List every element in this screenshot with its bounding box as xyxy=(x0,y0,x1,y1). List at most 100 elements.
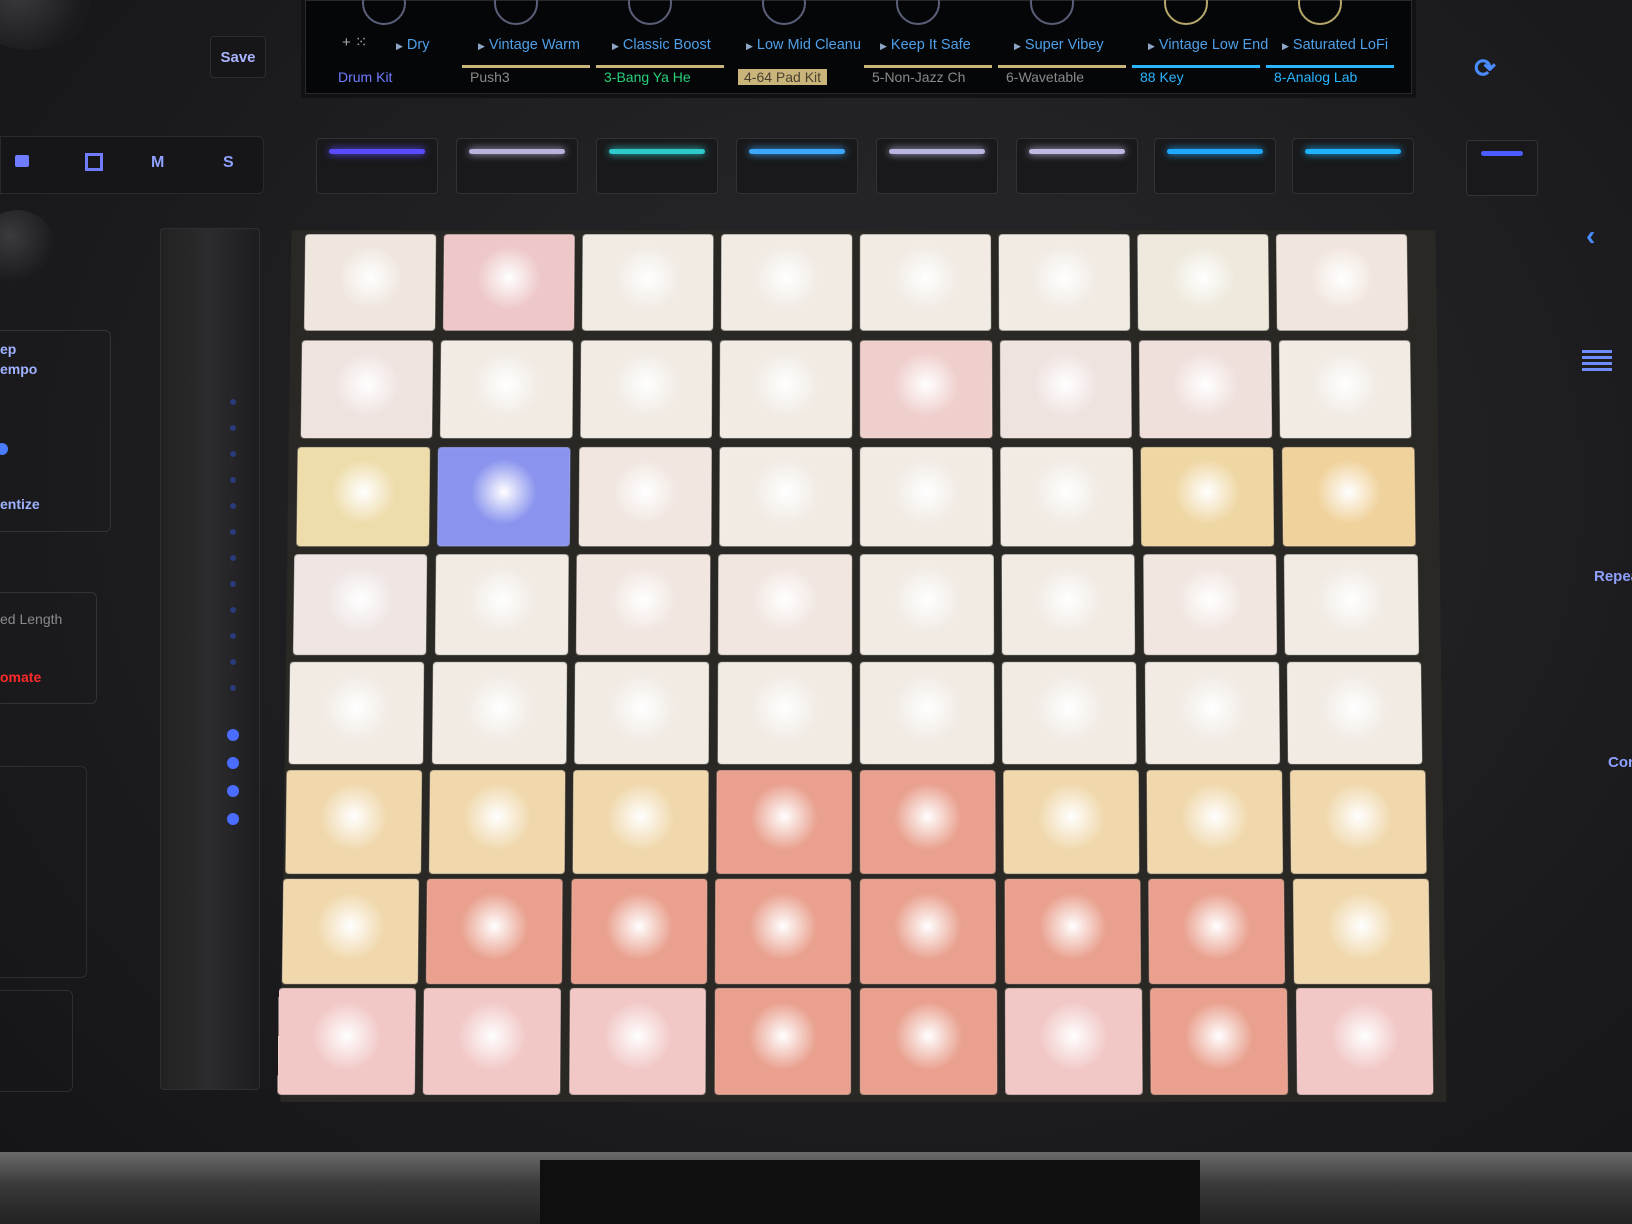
drum-pad[interactable] xyxy=(1003,770,1139,874)
refresh-icon[interactable]: ⟳ xyxy=(1460,48,1510,88)
track-name[interactable]: 3-Bang Ya He xyxy=(604,69,691,85)
drum-pad[interactable] xyxy=(1281,447,1416,547)
preset-item[interactable]: ▶ Saturated LoFi xyxy=(1282,37,1388,53)
drum-pad[interactable] xyxy=(296,447,431,547)
drum-pad[interactable] xyxy=(300,340,434,439)
drum-pad[interactable] xyxy=(859,770,996,874)
drum-pad[interactable] xyxy=(721,234,853,331)
drum-pad[interactable] xyxy=(1150,988,1288,1095)
drum-pad[interactable] xyxy=(431,662,567,765)
drum-pad[interactable] xyxy=(1144,662,1280,765)
drum-pad[interactable] xyxy=(1141,447,1275,547)
track-name[interactable]: Drum Kit xyxy=(338,69,392,85)
touch-strip[interactable] xyxy=(160,228,260,1090)
drum-pad[interactable] xyxy=(437,447,571,547)
drum-pad[interactable] xyxy=(715,878,852,985)
drum-pad[interactable] xyxy=(440,340,573,439)
upper-row-button[interactable] xyxy=(316,138,438,194)
drum-pad[interactable] xyxy=(304,234,437,331)
upper-row-button[interactable] xyxy=(876,138,998,194)
drum-pad[interactable] xyxy=(1276,234,1409,331)
drum-pad[interactable] xyxy=(859,988,997,1095)
drum-pad[interactable] xyxy=(860,447,993,547)
drum-pad[interactable] xyxy=(718,554,852,656)
drum-pad[interactable] xyxy=(423,988,561,1095)
drum-pad[interactable] xyxy=(716,770,852,874)
drum-pad[interactable] xyxy=(1001,554,1136,656)
parameter-knob[interactable] xyxy=(362,0,406,25)
drum-pad[interactable] xyxy=(999,340,1132,439)
preset-item[interactable]: ▶ Vintage Warm xyxy=(478,37,580,53)
drum-pad[interactable] xyxy=(281,878,419,985)
drum-pad[interactable] xyxy=(1278,340,1412,439)
drum-pad[interactable] xyxy=(429,770,565,874)
parameter-knob[interactable] xyxy=(1030,0,1074,25)
upper-row-button[interactable] xyxy=(456,138,578,194)
drum-pad[interactable] xyxy=(860,340,992,439)
drum-pad[interactable] xyxy=(426,878,563,985)
drum-pad[interactable] xyxy=(860,234,992,331)
track-name[interactable]: 6-Wavetable xyxy=(1006,69,1084,85)
drum-pad[interactable] xyxy=(1292,878,1430,985)
lock-icon[interactable] xyxy=(15,155,29,167)
fixed-length-button[interactable]: ed Length omate xyxy=(0,592,97,704)
parameter-knob[interactable] xyxy=(762,0,806,25)
drum-pad[interactable] xyxy=(1146,770,1283,874)
preset-item[interactable]: ▶ Low Mid Cleanu xyxy=(746,37,861,53)
drum-pad[interactable] xyxy=(1002,662,1137,765)
drum-pad[interactable] xyxy=(434,554,569,656)
drum-pad[interactable] xyxy=(576,554,711,656)
encoder-knob-left[interactable] xyxy=(0,210,55,285)
upper-button-extra[interactable] xyxy=(1466,140,1538,196)
drum-pad[interactable] xyxy=(568,988,706,1095)
drum-pad[interactable] xyxy=(1005,988,1143,1095)
upper-row-button[interactable] xyxy=(1154,138,1276,194)
mute-button[interactable]: M xyxy=(151,154,164,172)
drum-pad[interactable] xyxy=(1290,770,1427,874)
track-name[interactable]: Push3 xyxy=(470,69,510,85)
drum-pad[interactable] xyxy=(570,878,708,985)
parameter-knob[interactable] xyxy=(628,0,672,25)
track-name[interactable]: 88 Key xyxy=(1140,69,1184,85)
drum-pad[interactable] xyxy=(998,234,1131,331)
drum-pad[interactable] xyxy=(1148,878,1286,985)
drum-pad[interactable] xyxy=(1000,447,1134,547)
drum-pad[interactable] xyxy=(574,662,710,765)
upper-row-button[interactable] xyxy=(1292,138,1414,194)
track-name[interactable]: 5-Non-Jazz Ch xyxy=(872,69,965,85)
drum-pad[interactable] xyxy=(572,770,709,874)
drum-pad[interactable] xyxy=(717,662,852,765)
left-blank-button-1[interactable] xyxy=(0,766,87,978)
drum-pad[interactable] xyxy=(578,447,712,547)
drum-pad[interactable] xyxy=(443,234,575,331)
parameter-knob[interactable] xyxy=(1298,0,1342,25)
parameter-knob[interactable] xyxy=(896,0,940,25)
drum-pad[interactable] xyxy=(859,662,995,765)
parameter-knob[interactable] xyxy=(494,0,538,25)
preset-item[interactable]: ▶ Vintage Low End xyxy=(1148,37,1268,53)
drum-pad[interactable] xyxy=(1139,340,1272,439)
track-name[interactable]: 8-Analog Lab xyxy=(1274,69,1357,85)
preset-item[interactable]: ▶ Keep It Safe xyxy=(880,37,971,53)
preset-item[interactable]: ▶ Super Vibey xyxy=(1014,37,1104,53)
parameter-knob[interactable] xyxy=(1164,0,1208,25)
drum-pad[interactable] xyxy=(289,662,425,765)
drum-pad[interactable] xyxy=(1287,662,1423,765)
preset-item[interactable]: ▶ Dry xyxy=(396,37,429,53)
chevron-left-icon[interactable]: ‹ xyxy=(1586,220,1595,252)
save-button[interactable]: Save xyxy=(210,36,266,78)
drum-pad[interactable] xyxy=(1137,234,1270,331)
drum-pad[interactable] xyxy=(859,878,996,985)
upper-row-button[interactable] xyxy=(596,138,718,194)
solo-button[interactable]: S xyxy=(223,154,234,172)
drum-pad[interactable] xyxy=(1295,988,1434,1095)
left-blank-button-2[interactable] xyxy=(0,990,73,1092)
drum-pad[interactable] xyxy=(580,340,713,439)
preset-item[interactable]: ▶ Classic Boost xyxy=(612,37,711,53)
grid-menu-icon[interactable] xyxy=(1582,350,1612,374)
drum-pad[interactable] xyxy=(860,554,994,656)
drum-pad[interactable] xyxy=(277,988,416,1095)
upper-row-button[interactable] xyxy=(1016,138,1138,194)
drum-pad[interactable] xyxy=(292,554,428,656)
encoder-knob-top[interactable] xyxy=(0,0,90,50)
